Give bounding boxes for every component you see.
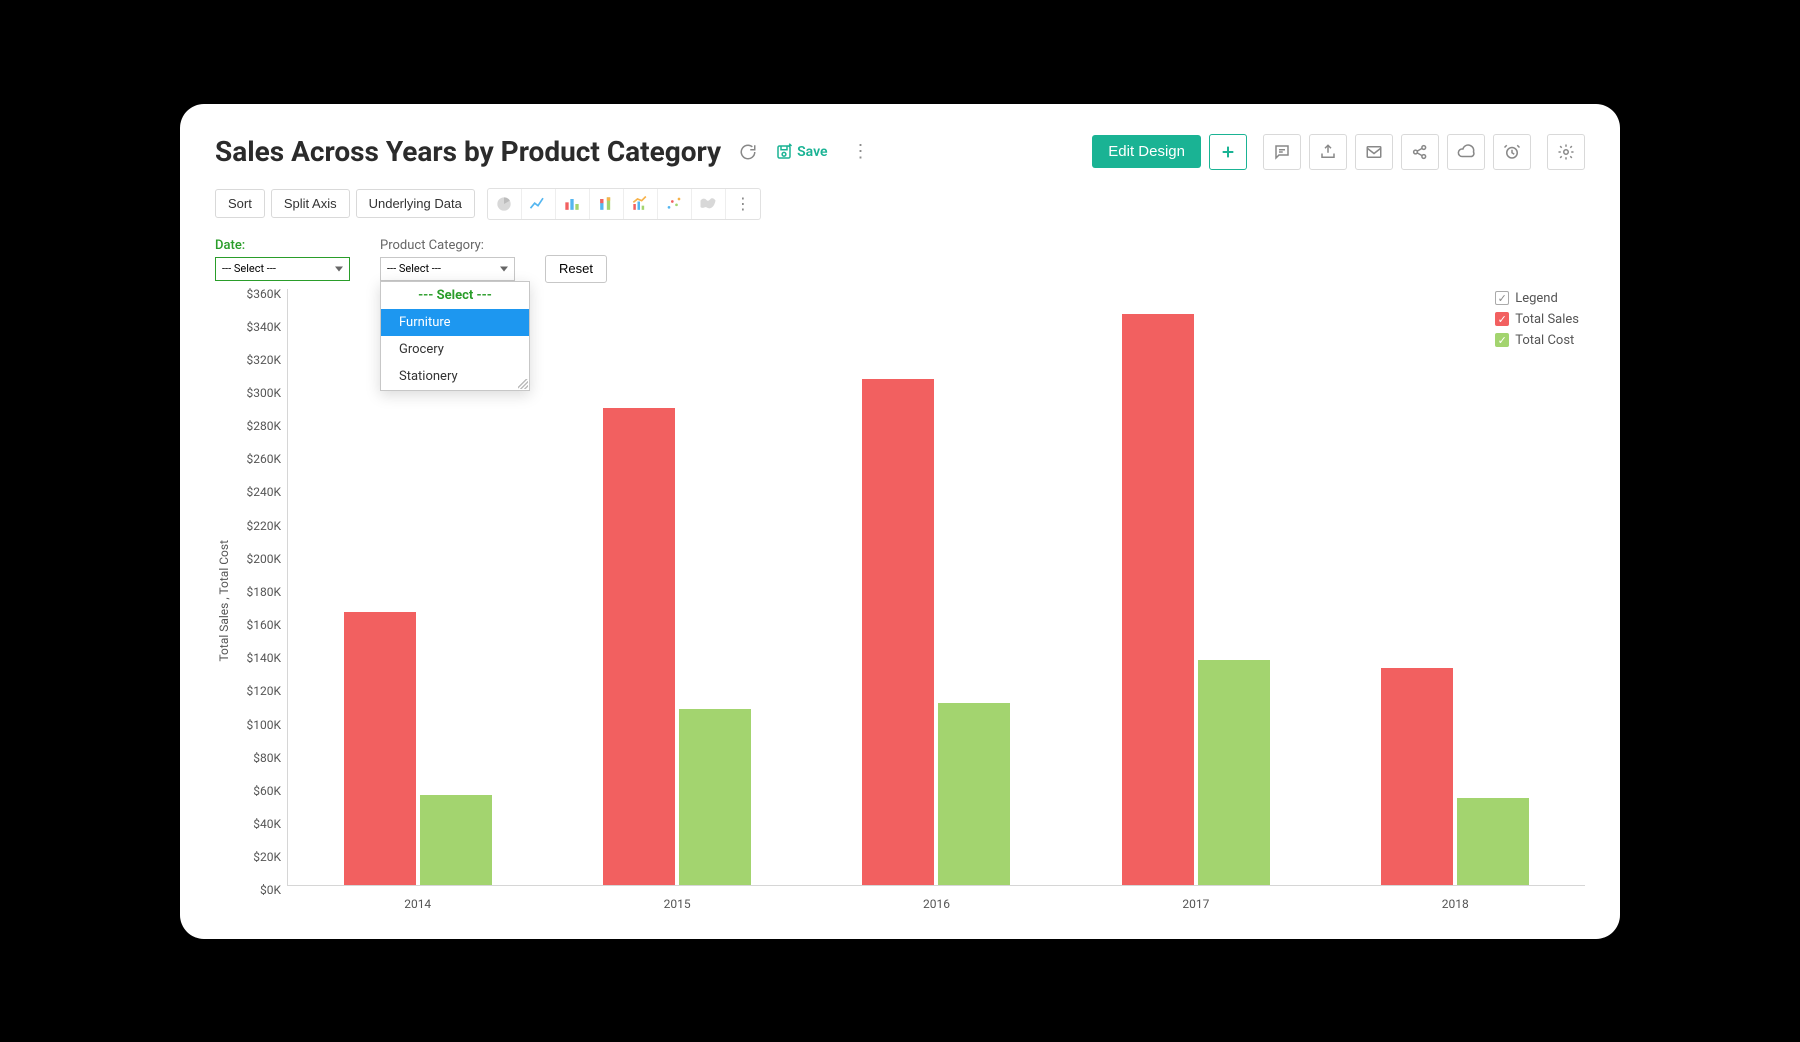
pie-icon[interactable] (488, 189, 522, 219)
chart-type-group: ⋮ (487, 188, 761, 220)
bar-group (1121, 314, 1271, 885)
y-axis-title: Total Sales , Total Cost (215, 540, 233, 662)
save-button[interactable]: Save (775, 143, 827, 161)
category-select[interactable]: --- Select --- (380, 257, 515, 281)
alarm-icon[interactable] (1493, 134, 1531, 170)
x-axis-ticks: 2014 2015 2016 2017 2018 (288, 897, 1585, 911)
category-filter: Product Category: --- Select --- --- Sel… (380, 238, 515, 281)
dropdown-header[interactable]: --- Select --- (381, 282, 529, 309)
line-icon[interactable] (522, 189, 556, 219)
mail-icon[interactable] (1355, 134, 1393, 170)
comment-icon[interactable] (1263, 134, 1301, 170)
category-filter-label: Product Category: (380, 238, 515, 253)
x-tick: 2015 (664, 897, 691, 911)
bar-total-cost[interactable] (1457, 798, 1529, 884)
dropdown-option[interactable]: Grocery (381, 336, 529, 363)
bar-total-cost[interactable] (1198, 660, 1270, 884)
bar-group (1380, 668, 1530, 884)
bar-group (861, 379, 1011, 884)
map-icon[interactable] (692, 189, 726, 219)
reset-button[interactable]: Reset (545, 255, 607, 283)
sort-button[interactable]: Sort (215, 189, 265, 218)
bar-total-sales[interactable] (862, 379, 934, 884)
toolbar-row: Sort Split Axis Underlying Data (215, 188, 1585, 220)
export-icon[interactable] (1309, 134, 1347, 170)
add-button[interactable] (1209, 134, 1247, 170)
bar-total-cost[interactable] (420, 795, 492, 884)
x-tick: 2018 (1442, 897, 1469, 911)
bar-total-sales[interactable] (1381, 668, 1453, 884)
dropdown-option[interactable]: Furniture (381, 309, 529, 336)
edit-design-button[interactable]: Edit Design (1092, 135, 1201, 168)
split-axis-button[interactable]: Split Axis (271, 189, 350, 218)
cloud-icon[interactable] (1447, 134, 1485, 170)
date-select[interactable]: --- Select --- (215, 257, 350, 281)
scatter-icon[interactable] (658, 189, 692, 219)
x-tick: 2016 (923, 897, 950, 911)
combo-icon[interactable] (624, 189, 658, 219)
stacked-bar-icon[interactable] (590, 189, 624, 219)
bar-group (602, 408, 752, 885)
bar-icon[interactable] (556, 189, 590, 219)
y-axis-ticks: $360K$340K$320K$300K$280K$260K$240K$220K… (233, 289, 287, 914)
date-filter: Date: --- Select --- (215, 238, 350, 281)
settings-icon[interactable] (1547, 134, 1585, 170)
refresh-icon[interactable] (739, 143, 757, 161)
resize-handle-icon[interactable] (518, 379, 528, 389)
header-row: Sales Across Years by Product Category S… (215, 134, 1585, 170)
share-icon[interactable] (1401, 134, 1439, 170)
page-title: Sales Across Years by Product Category (215, 135, 721, 168)
filter-row: Date: --- Select --- Product Category: -… (215, 238, 1585, 283)
x-tick: 2014 (404, 897, 431, 911)
bar-total-sales[interactable] (344, 612, 416, 885)
header-actions: Edit Design (1092, 134, 1585, 170)
x-tick: 2017 (1182, 897, 1209, 911)
underlying-data-button[interactable]: Underlying Data (356, 189, 475, 218)
save-label: Save (797, 144, 827, 160)
bar-group (343, 612, 493, 885)
bar-total-sales[interactable] (1122, 314, 1194, 885)
bar-total-sales[interactable] (603, 408, 675, 885)
bar-total-cost[interactable] (938, 703, 1010, 885)
category-dropdown: --- Select --- Furniture Grocery Station… (380, 281, 530, 391)
date-filter-label: Date: (215, 238, 350, 253)
bar-total-cost[interactable] (679, 709, 751, 885)
more-chart-types[interactable]: ⋮ (726, 189, 760, 219)
dropdown-option[interactable]: Stationery (381, 363, 529, 390)
more-menu[interactable]: ⋮ (846, 139, 876, 164)
report-card: Sales Across Years by Product Category S… (180, 104, 1620, 939)
